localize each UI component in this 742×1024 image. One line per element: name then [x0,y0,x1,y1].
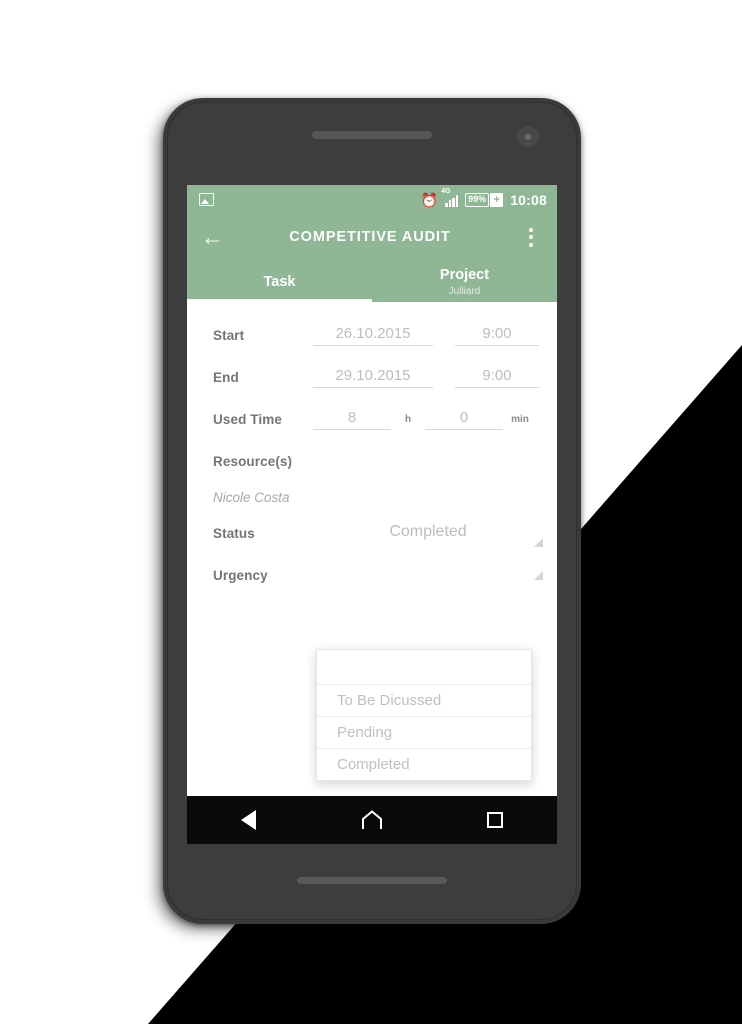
used-time-label: Used Time [213,411,282,427]
dropdown-item-blank[interactable] [317,650,531,684]
dropdown-item-pending[interactable]: Pending [317,716,531,748]
signal-bar-4 [455,195,459,207]
signal-bar-3 [452,197,455,207]
app-bar: ← COMPETITIVE AUDIT [187,214,557,260]
image-icon [199,193,214,206]
end-time-input[interactable]: 9:00 [455,367,539,388]
earpiece-speaker [312,131,432,139]
phone-screen: ⏰ 4G 99% + 10:08 ← COMPETITIVE AUDIT Tas… [187,185,557,844]
overflow-dot-1 [529,227,533,232]
signal-bar-2 [448,200,452,207]
used-time-minutes-input[interactable]: 0 [425,409,503,430]
tab-task[interactable]: Task [187,260,372,302]
battery-level-label: 99% [465,192,490,207]
status-bar-notifications [199,193,214,206]
nav-recents-button[interactable] [467,796,523,844]
overflow-dot-3 [529,242,533,247]
used-time-hours-input[interactable]: 8 [313,409,391,430]
form-row-used-time: Used Time 8 h 0 min [187,398,557,440]
tab-task-label: Task [263,274,296,290]
tab-project-sublabel: Julliard [448,286,481,297]
recents-square-icon [487,812,504,828]
bottom-speaker [297,877,447,884]
urgency-spinner-caret-icon [534,571,543,580]
status-spinner[interactable]: Completed [313,523,543,547]
urgency-spinner[interactable] [313,571,543,580]
end-label: End [213,369,239,385]
status-spinner-caret-icon [534,538,543,547]
tab-bar: Task Project Julliard [187,260,557,302]
alarm-icon: ⏰ [420,191,439,208]
status-dropdown-popup[interactable]: To Be Dicussed Pending Completed [316,649,532,781]
status-label: Status [213,525,255,541]
back-triangle-icon [241,810,257,830]
status-bar: ⏰ 4G 99% + 10:08 [187,185,557,214]
battery-charging-icon: + [490,192,504,207]
tab-project[interactable]: Project Julliard [372,260,557,302]
overflow-dot-2 [529,235,533,239]
page-title: COMPETITIVE AUDIT [289,229,451,245]
battery-icon: 99% + [465,192,504,207]
start-time-input[interactable]: 9:00 [455,325,539,346]
start-label: Start [213,327,245,343]
clock-label: 10:08 [510,191,547,208]
home-icon [361,810,382,829]
nav-back-button[interactable] [221,796,277,844]
android-navigation-bar [187,796,557,844]
signal-strength-icon: 4G [441,188,459,207]
dropdown-item-to-be-discussed[interactable]: To Be Dicussed [317,684,531,716]
signal-bar-1 [445,202,448,207]
hours-unit-label: h [404,413,412,425]
tab-project-label: Project [439,267,490,283]
minutes-unit-label: min [511,413,529,425]
start-date-input[interactable]: 26.10.2015 [313,325,433,346]
form-row-end: End 29.10.2015 9:00 [187,356,557,398]
phone-device: ⏰ 4G 99% + 10:08 ← COMPETITIVE AUDIT Tas… [163,98,581,924]
resources-label: Resource(s) [213,453,293,469]
resource-value[interactable]: Nicole Costa [187,482,557,512]
form-row-start: Start 26.10.2015 9:00 [187,314,557,356]
status-bar-system-icons: ⏰ 4G 99% + 10:08 [420,188,547,208]
form-row-resources: Resource(s) [187,440,557,482]
form-row-urgency: Urgency [187,554,557,596]
end-date-input[interactable]: 29.10.2015 [313,367,433,388]
dropdown-item-completed[interactable]: Completed [317,748,531,780]
nav-home-button[interactable] [344,796,400,844]
form-row-status: Status Completed [187,512,557,554]
status-spinner-value: Completed [389,523,467,540]
task-form: Start 26.10.2015 9:00 End 29.10.2015 9:0… [187,302,557,796]
front-camera-icon [517,126,539,148]
back-arrow-icon[interactable]: ← [201,225,231,249]
urgency-label: Urgency [213,567,268,583]
network-type-label: 4G [441,187,451,195]
overflow-menu-icon[interactable] [519,227,543,247]
